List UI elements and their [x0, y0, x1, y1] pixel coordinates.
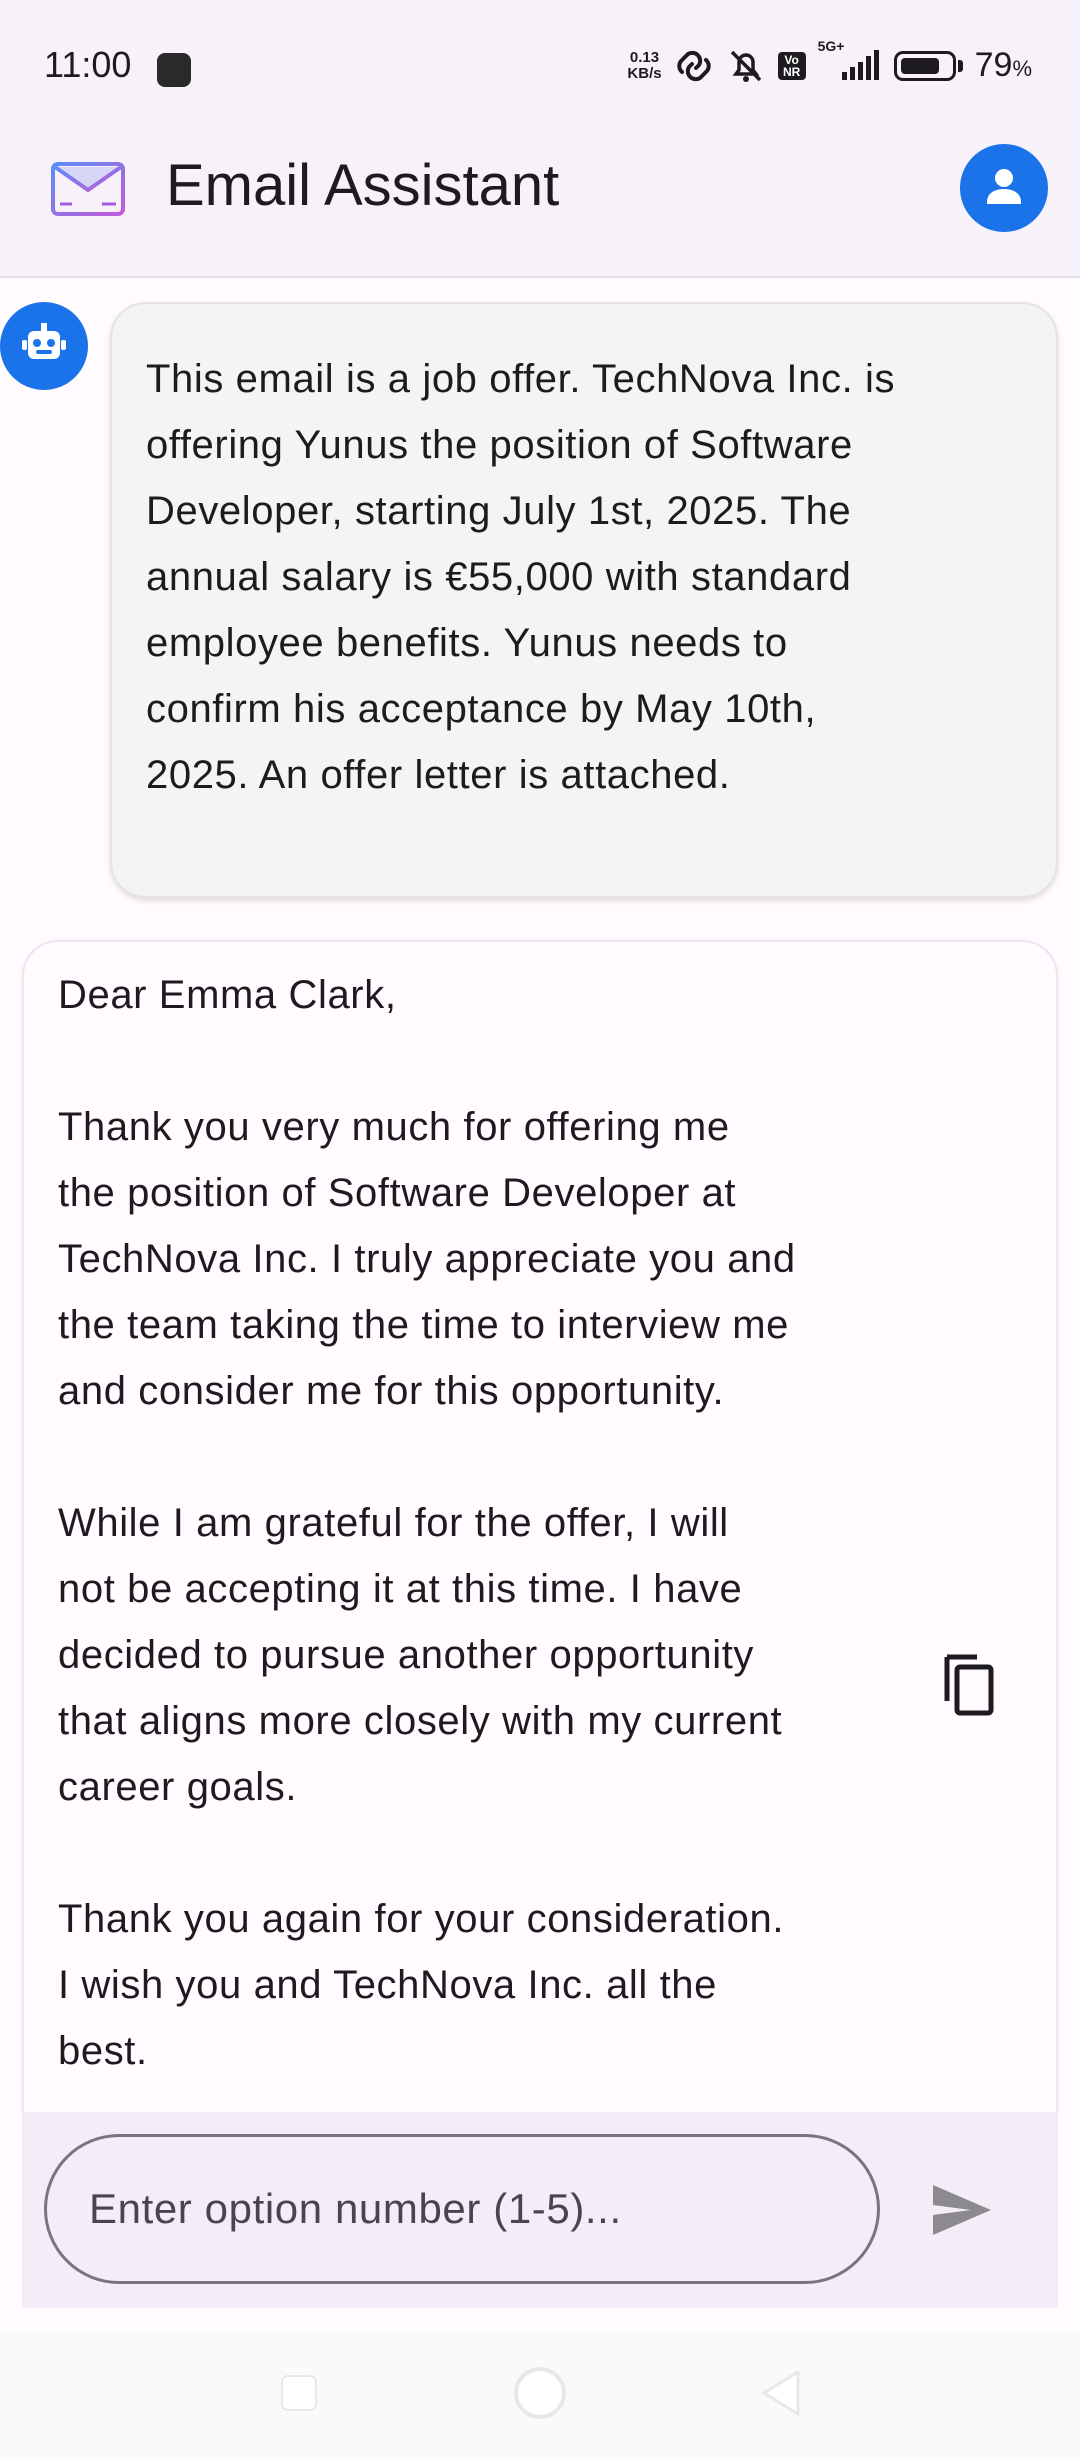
battery-tip	[957, 59, 963, 72]
reply-draft-text: Dear Emma Clark, Thank you very much for…	[58, 973, 796, 2073]
volte-label: Vo NR	[777, 51, 806, 80]
battery-percent: 79%	[975, 46, 1032, 85]
battery-percent-sign: %	[1012, 56, 1032, 81]
app-bar: Email Assistant	[0, 100, 1080, 278]
profile-button[interactable]	[960, 144, 1048, 232]
option-number-input[interactable]	[44, 2134, 880, 2284]
battery-icon	[893, 50, 963, 81]
app-title: Email Assistant	[166, 153, 560, 218]
status-time: 11:00	[44, 44, 132, 85]
network-type-label: 5G+	[817, 37, 845, 54]
person-icon	[982, 164, 1026, 213]
network-speed-unit: KB/s	[627, 64, 662, 82]
message-input-bar	[22, 2112, 1058, 2308]
copy-button[interactable]	[924, 1642, 1014, 1732]
summary-message-bubble: This email is a job offer. TechNova Inc.…	[110, 302, 1058, 898]
battery-outline	[893, 50, 956, 81]
email-assistant-screen: 11:00 0.13 KB/s Vo NR 5G+ 79% Email Assi…	[0, 0, 1080, 2460]
notification-app-icon	[157, 53, 191, 87]
triangle-back-icon	[758, 2368, 802, 2423]
back-button[interactable]	[745, 2360, 815, 2430]
home-button[interactable]	[505, 2360, 575, 2430]
robot-icon	[19, 319, 69, 374]
signal-icon: 5G+	[818, 38, 882, 82]
battery-fill	[900, 57, 939, 74]
volte-icon: Vo NR	[777, 51, 806, 80]
bot-avatar	[0, 302, 88, 390]
copy-icon	[941, 1653, 997, 1722]
reply-draft-card: Dear Emma Clark, Thank you very much for…	[22, 940, 1058, 2112]
system-navigation-bar	[0, 2330, 1080, 2460]
envelope-icon	[50, 156, 126, 223]
hotspot-link-icon	[674, 50, 714, 82]
circle-icon	[512, 2365, 568, 2426]
network-speed-value: 0.13	[629, 48, 660, 66]
send-button[interactable]	[912, 2162, 1012, 2262]
status-indicators: 0.13 KB/s Vo NR 5G+ 79%	[627, 38, 1032, 85]
square-icon	[279, 2373, 319, 2418]
battery-percent-value: 79	[974, 46, 1013, 84]
chat-area[interactable]: This email is a job offer. TechNova Inc.…	[0, 278, 1080, 2112]
recents-button[interactable]	[264, 2360, 334, 2430]
silent-mode-icon	[726, 48, 766, 84]
send-icon	[931, 2183, 993, 2242]
network-speed: 0.13 KB/s	[627, 48, 662, 82]
status-bar: 11:00 0.13 KB/s Vo NR 5G+ 79%	[0, 0, 1080, 100]
